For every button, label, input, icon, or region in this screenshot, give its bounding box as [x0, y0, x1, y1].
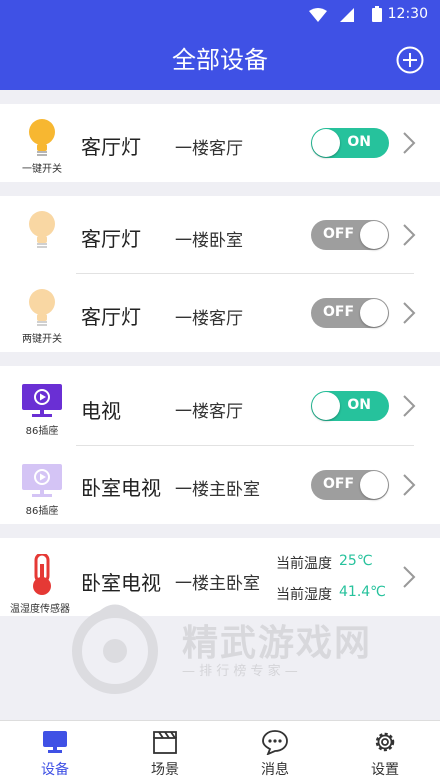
device-location: 一楼主卧室 [175, 480, 260, 500]
clapperboard-icon [153, 731, 177, 754]
chevron-right-icon[interactable] [402, 565, 416, 589]
device-name: 客厅灯 [81, 135, 141, 159]
device-row[interactable]: 两键开关 客厅灯 一楼客厅 OFF [0, 274, 440, 352]
status-time: 12:30 [387, 6, 428, 22]
device-name: 卧室电视 [81, 476, 161, 500]
lightbulb-icon [29, 211, 55, 248]
app-header: 全部设备 [0, 30, 440, 90]
tab-devices[interactable]: 设备 [0, 721, 110, 783]
device-location: 一楼客厅 [175, 309, 243, 329]
toggle-label: ON [347, 397, 371, 413]
power-toggle[interactable]: OFF [311, 298, 389, 328]
device-card: 一键开关 客厅灯 一楼客厅 ON [0, 104, 440, 182]
device-type-caption: 一键开关 [22, 164, 62, 175]
chevron-right-icon[interactable] [402, 223, 416, 247]
device-row[interactable]: 86插座 卧室电视 一楼主卧室 OFF [0, 446, 440, 524]
watermark: 精武游戏网 — 排 行 榜 专 家 — [70, 596, 420, 706]
power-toggle[interactable]: ON [311, 391, 389, 421]
device-location: 一楼客厅 [175, 402, 243, 422]
temperature-label: 当前温度 [276, 556, 332, 572]
watermark-subtext: — 排 行 榜 专 家 — [182, 664, 298, 679]
chevron-right-icon[interactable] [402, 131, 416, 155]
temperature-value: 25℃ [339, 553, 373, 569]
watermark-text: 精武游戏网 [182, 623, 373, 664]
toggle-label: OFF [323, 226, 355, 242]
add-device-button[interactable] [396, 46, 424, 74]
device-icon-group: 两键开关 [8, 284, 76, 345]
device-icon-group [8, 206, 76, 266]
lightbulb-icon [29, 289, 55, 326]
device-type-caption: 86插座 [25, 506, 59, 517]
device-card: 客厅灯 一楼卧室 OFF 两键开关 客厅灯 一楼客厅 OFF [0, 196, 440, 352]
device-icon-group: 一键开关 [8, 114, 76, 175]
device-icon-group: 温湿度传感器 [6, 554, 74, 615]
battery-icon [372, 6, 382, 22]
device-row[interactable]: 客厅灯 一楼卧室 OFF [0, 196, 440, 274]
monitor-icon [43, 731, 67, 753]
device-row[interactable]: 一键开关 客厅灯 一楼客厅 ON [0, 104, 440, 182]
device-name: 电视 [81, 399, 121, 423]
power-toggle[interactable]: ON [311, 128, 389, 158]
tab-messages[interactable]: 消息 [220, 721, 330, 783]
device-icon-group: 86插座 [8, 380, 76, 440]
device-type-caption: 86插座 [25, 426, 59, 437]
toggle-knob [312, 129, 340, 157]
device-location: 一楼卧室 [175, 231, 243, 251]
gear-icon [375, 732, 395, 752]
status-bar: 12:30 [0, 0, 440, 30]
page-title: 全部设备 [172, 46, 268, 74]
device-type-caption: 两键开关 [22, 334, 62, 345]
tab-label: 设备 [41, 762, 69, 778]
tab-label: 设置 [371, 762, 399, 778]
toggle-label: ON [347, 134, 371, 150]
chevron-right-icon[interactable] [402, 473, 416, 497]
bottom-tab-bar: 设备 场景 消息 设置 [0, 720, 440, 783]
toggle-knob [360, 299, 388, 327]
toggle-knob [360, 471, 388, 499]
chat-bubble-icon [262, 730, 288, 755]
device-location: 一楼主卧室 [175, 574, 260, 594]
tab-scenes[interactable]: 场景 [110, 721, 220, 783]
power-toggle[interactable]: OFF [311, 220, 389, 250]
device-type-caption: 温湿度传感器 [10, 604, 70, 615]
device-icon-group: 86插座 [8, 460, 76, 520]
tv-icon [22, 384, 62, 417]
device-name: 卧室电视 [81, 571, 161, 595]
tv-icon [22, 464, 62, 497]
thermometer-icon [33, 554, 51, 595]
device-location: 一楼客厅 [175, 139, 243, 159]
power-toggle[interactable]: OFF [311, 470, 389, 500]
tab-label: 场景 [151, 762, 179, 778]
toggle-label: OFF [323, 304, 355, 320]
toggle-knob [360, 221, 388, 249]
chevron-right-icon[interactable] [402, 394, 416, 418]
device-name: 客厅灯 [81, 227, 141, 251]
device-row[interactable]: 86插座 电视 一楼客厅 ON [0, 366, 440, 444]
device-name: 客厅灯 [81, 305, 141, 329]
watermark-logo [72, 604, 158, 694]
chevron-right-icon[interactable] [402, 301, 416, 325]
lightbulb-icon [29, 119, 55, 156]
signal-icon [340, 8, 354, 22]
device-card: 86插座 电视 一楼客厅 ON 86插座 卧室电视 一楼主卧室 OFF [0, 366, 440, 524]
toggle-knob [312, 392, 340, 420]
toggle-label: OFF [323, 476, 355, 492]
tab-settings[interactable]: 设置 [330, 721, 440, 783]
tab-label: 消息 [261, 762, 289, 778]
wifi-icon [309, 8, 327, 22]
